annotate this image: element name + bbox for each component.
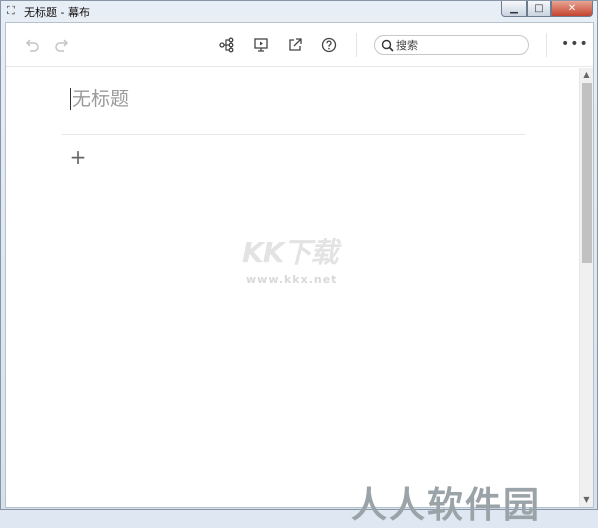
document-title[interactable]: 无标题 — [70, 88, 129, 110]
window-controls: ▁ □ ✕ — [501, 1, 593, 17]
minimize-button[interactable]: ▁ — [501, 1, 527, 17]
mindmap-button[interactable] — [217, 35, 237, 55]
search-icon — [381, 39, 394, 52]
kkx-watermark-url: www.kkx.net — [246, 273, 338, 286]
title-bar[interactable]: ⛶ 无标题 - 幕布 ▁ □ ✕ — [1, 1, 597, 21]
app-window: ⛶ 无标题 - 幕布 ▁ □ ✕ 搜索 ••• 无标题 + KK下载 www.k… — [0, 0, 598, 526]
redo-icon — [55, 39, 69, 52]
toolbar-separator — [356, 33, 357, 57]
share-icon — [289, 38, 302, 51]
rrsoft-watermark: 人人软件园 — [351, 485, 542, 526]
search-input[interactable] — [396, 37, 521, 53]
window-title: 无标题 - 幕布 — [24, 6, 90, 19]
presentation-button[interactable] — [251, 35, 271, 55]
redo-button[interactable] — [52, 35, 72, 55]
presentation-icon — [254, 38, 268, 52]
editor-area[interactable]: 无标题 + KK下载 www.kkx.net 人人软件园 — [6, 68, 579, 526]
close-button[interactable]: ✕ — [551, 1, 593, 17]
app-client-area: ••• 无标题 + KK下载 www.kkx.net 人人软件园 ▲ ▼ — [5, 22, 594, 526]
add-item-button[interactable]: + — [69, 147, 87, 167]
help-icon — [321, 37, 337, 53]
search-box[interactable] — [374, 35, 529, 55]
scroll-down-arrow-icon[interactable]: ▼ — [580, 493, 593, 507]
help-button[interactable] — [319, 35, 339, 55]
title-divider — [62, 134, 525, 135]
maximize-button[interactable]: □ — [527, 1, 551, 17]
vertical-scrollbar[interactable]: ▲ ▼ — [579, 68, 593, 507]
undo-icon — [25, 39, 39, 52]
share-button[interactable] — [285, 35, 305, 55]
toolbar-separator — [546, 33, 547, 57]
mindmap-icon — [219, 37, 234, 53]
app-logo-icon[interactable]: ⛶ — [7, 5, 19, 17]
scroll-up-arrow-icon[interactable]: ▲ — [580, 68, 593, 82]
toolbar: ••• — [6, 23, 593, 67]
undo-button[interactable] — [22, 35, 42, 55]
kkx-watermark: KK下载 — [242, 236, 338, 269]
scrollbar-thumb[interactable] — [582, 83, 592, 263]
more-options-button[interactable]: ••• — [561, 36, 589, 52]
